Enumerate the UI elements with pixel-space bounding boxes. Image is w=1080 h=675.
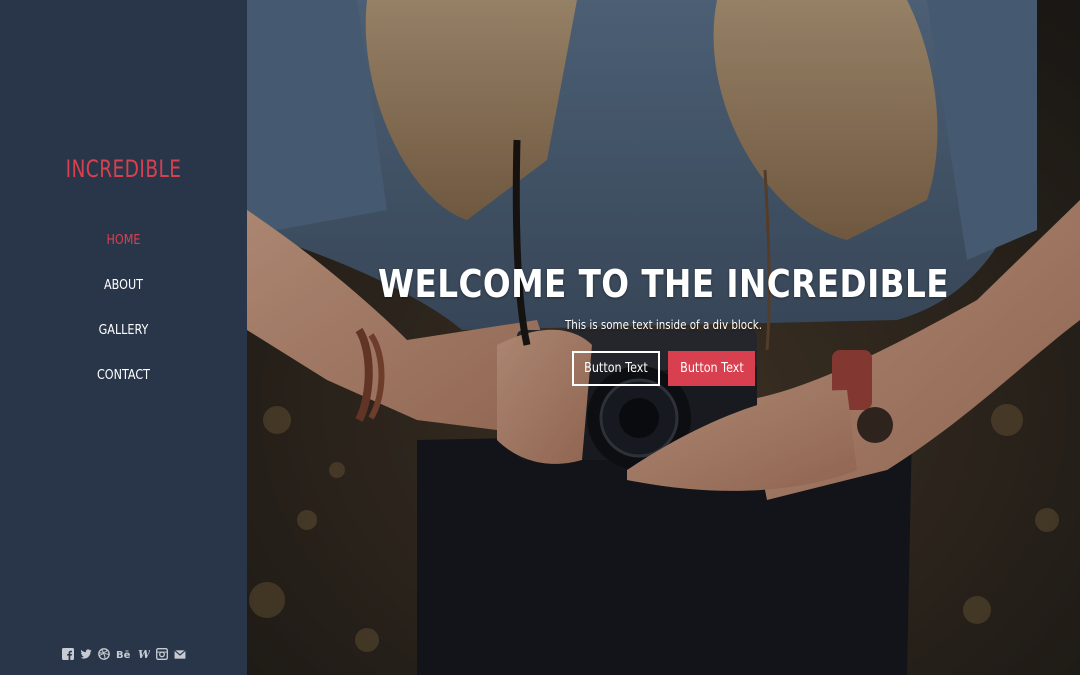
hero-section: WELCOME TO THE INCREDIBLE This is some t… [247, 0, 1080, 675]
mail-icon[interactable] [173, 647, 186, 661]
svg-text:Bē: Bē [116, 650, 131, 660]
secondary-button-label: Button Text [679, 361, 744, 376]
hero-overlay [247, 0, 1080, 675]
secondary-button[interactable]: Button Text [668, 351, 755, 386]
brand-logo[interactable]: INCREDIBLE [17, 155, 229, 183]
svg-text:W: W [138, 648, 150, 660]
twitter-icon[interactable] [79, 647, 92, 661]
sidebar: INCREDIBLE HOME ABOUT GALLERY CONTACT Bē… [0, 0, 247, 675]
instagram-icon[interactable] [155, 647, 168, 661]
social-links: Bē W [0, 647, 247, 661]
hero-title: WELCOME TO THE INCREDIBLE [377, 262, 950, 306]
wordpress-icon[interactable]: W [138, 647, 150, 661]
primary-button-label: Button Text [584, 361, 648, 376]
nav-item-about[interactable]: ABOUT [17, 278, 229, 323]
primary-button[interactable]: Button Text [572, 351, 660, 386]
dribbble-icon[interactable] [97, 647, 110, 661]
nav-item-gallery[interactable]: GALLERY [17, 323, 229, 368]
hero-subtitle: This is some text inside of a div block. [564, 318, 763, 332]
facebook-icon[interactable] [61, 647, 74, 661]
behance-icon[interactable]: Bē [116, 647, 132, 661]
nav-item-contact[interactable]: CONTACT [17, 368, 229, 413]
main-nav: HOME ABOUT GALLERY CONTACT [0, 233, 247, 413]
nav-item-home[interactable]: HOME [17, 233, 229, 278]
